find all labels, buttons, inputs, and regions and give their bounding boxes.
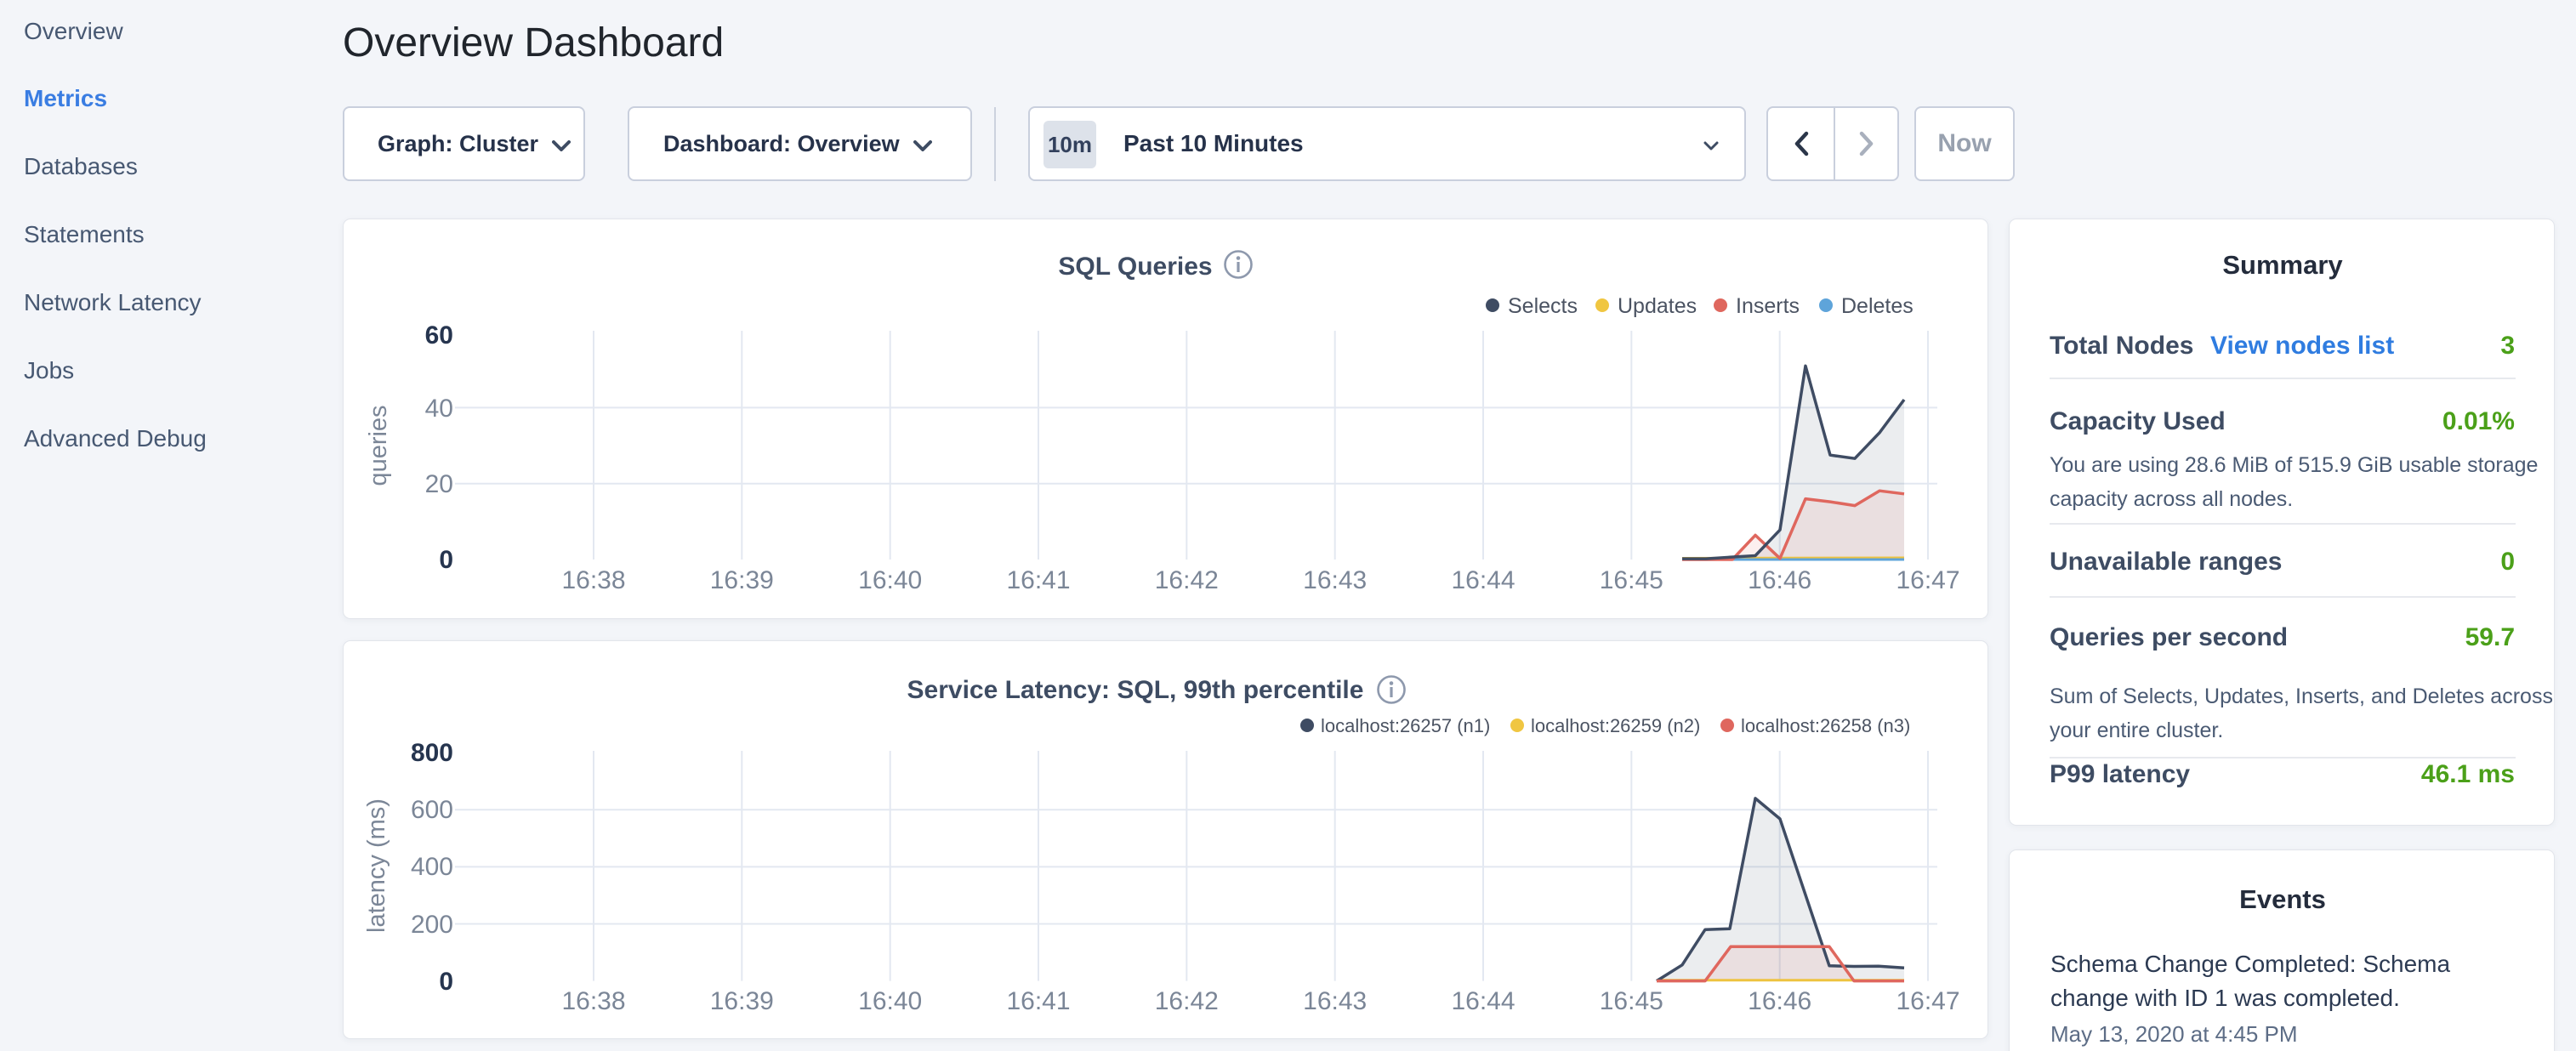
svg-text:16:38: 16:38 <box>561 566 625 594</box>
svg-text:16:46: 16:46 <box>1748 566 1811 594</box>
svg-text:16:42: 16:42 <box>1155 987 1219 1015</box>
svg-text:800: 800 <box>411 739 453 767</box>
svg-text:Deletes: Deletes <box>1841 294 1914 318</box>
svg-text:16:41: 16:41 <box>1006 566 1070 594</box>
svg-text:16:42: 16:42 <box>1155 566 1219 594</box>
svg-text:16:46: 16:46 <box>1748 987 1811 1015</box>
svg-text:60: 60 <box>425 321 453 349</box>
svg-text:SQL Queries: SQL Queries <box>1058 253 1212 281</box>
svg-text:16:43: 16:43 <box>1303 566 1367 594</box>
svg-text:16:40: 16:40 <box>858 987 922 1015</box>
svg-text:16:38: 16:38 <box>561 987 625 1015</box>
svg-text:localhost:26259 (n2): localhost:26259 (n2) <box>1531 715 1700 736</box>
svg-text:40: 40 <box>425 395 453 423</box>
svg-text:600: 600 <box>411 796 453 824</box>
svg-text:16:43: 16:43 <box>1303 987 1367 1015</box>
svg-text:16:44: 16:44 <box>1451 566 1515 594</box>
svg-text:Updates: Updates <box>1618 294 1697 318</box>
svg-text:Selects: Selects <box>1508 294 1578 318</box>
svg-text:16:45: 16:45 <box>1600 987 1663 1015</box>
svg-text:16:39: 16:39 <box>710 566 774 594</box>
svg-text:16:41: 16:41 <box>1006 987 1070 1015</box>
svg-text:0: 0 <box>439 546 453 574</box>
svg-text:16:45: 16:45 <box>1600 566 1663 594</box>
svg-text:20: 20 <box>425 470 453 498</box>
svg-text:16:47: 16:47 <box>1896 987 1959 1015</box>
svg-text:latency (ms): latency (ms) <box>363 798 390 933</box>
svg-text:16:44: 16:44 <box>1451 987 1515 1015</box>
svg-text:400: 400 <box>411 853 453 881</box>
svg-text:queries: queries <box>365 405 392 486</box>
svg-text:localhost:26258 (n3): localhost:26258 (n3) <box>1741 715 1910 736</box>
svg-text:Inserts: Inserts <box>1736 294 1800 318</box>
svg-text:16:39: 16:39 <box>710 987 774 1015</box>
svg-text:16:47: 16:47 <box>1896 566 1959 594</box>
svg-text:200: 200 <box>411 911 453 939</box>
svg-text:16:40: 16:40 <box>858 566 922 594</box>
svg-text:localhost:26257 (n1): localhost:26257 (n1) <box>1321 715 1490 736</box>
svg-text:Service Latency: SQL, 99th per: Service Latency: SQL, 99th percentile <box>907 676 1364 704</box>
svg-text:0: 0 <box>439 968 453 996</box>
